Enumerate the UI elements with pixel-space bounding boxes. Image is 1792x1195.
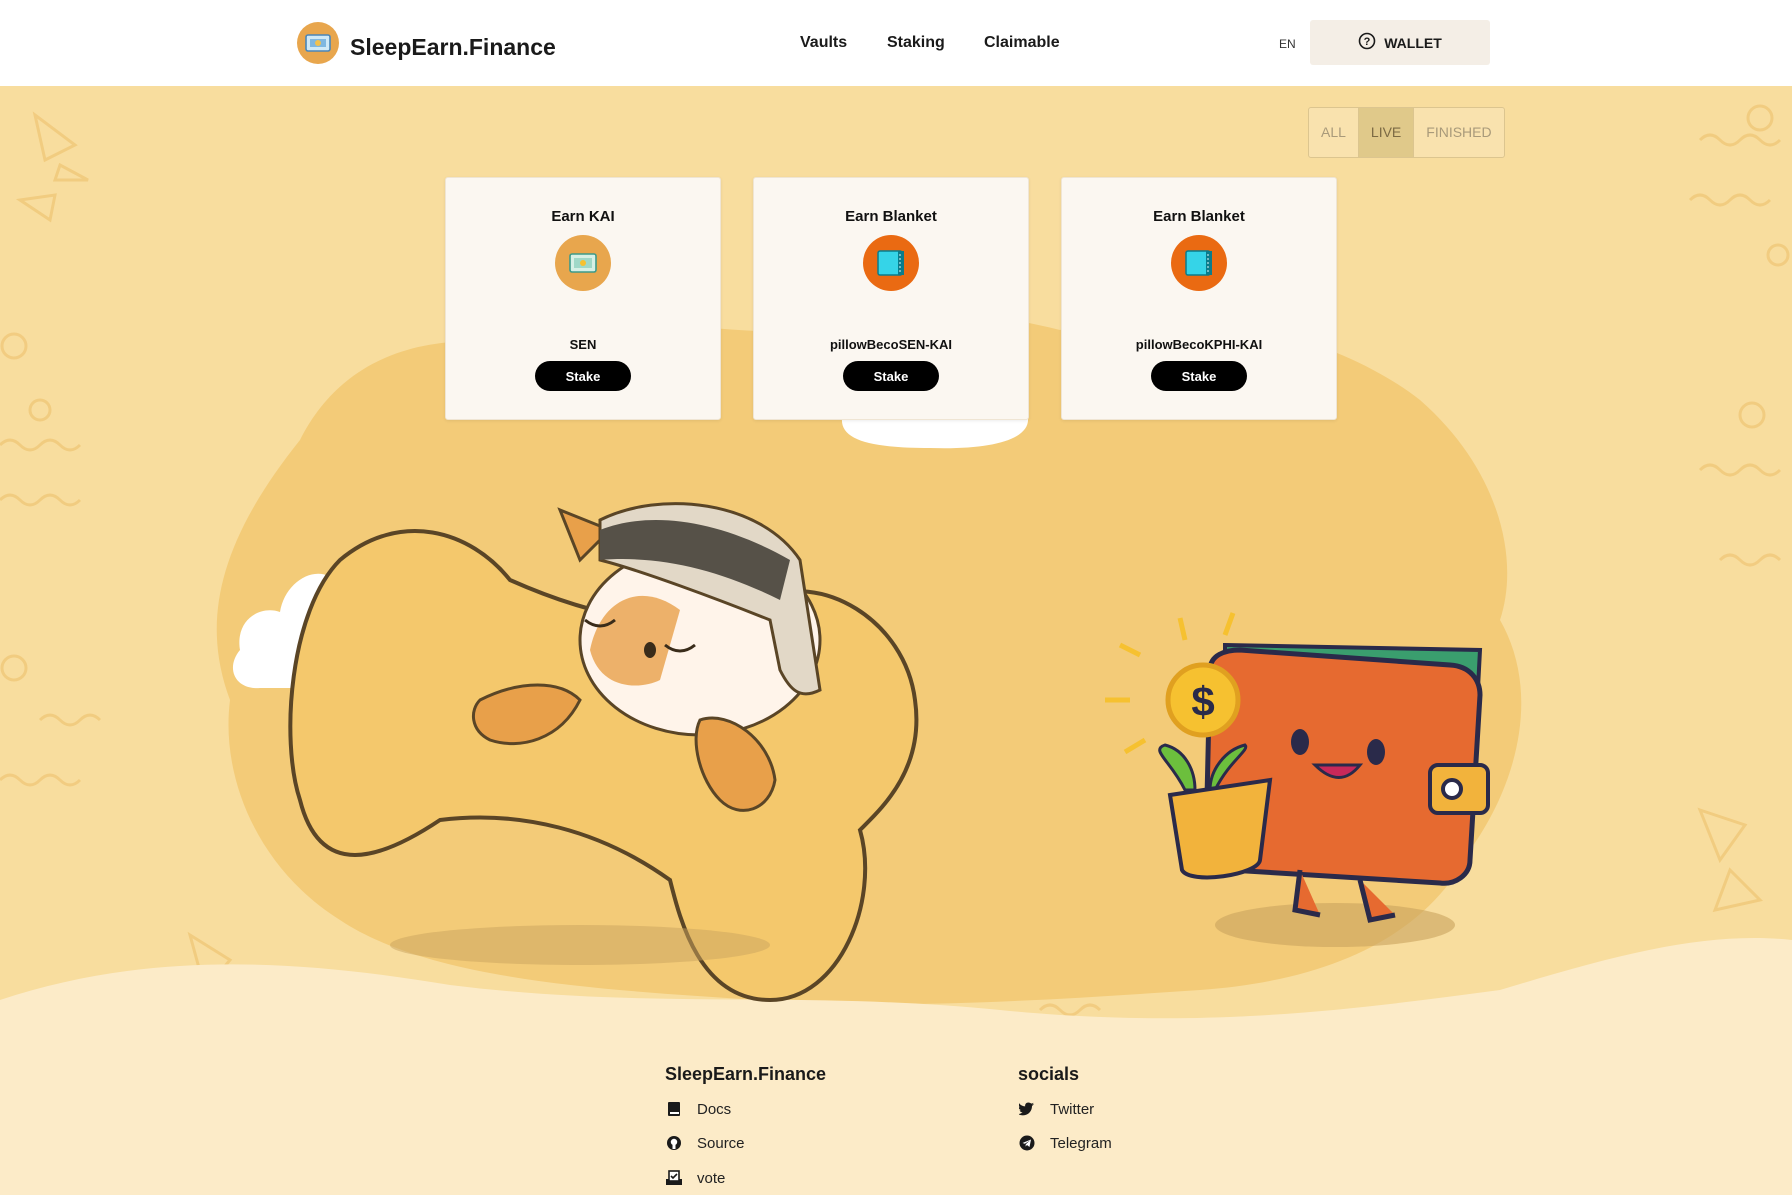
pool-title: Earn Blanket	[1153, 208, 1245, 225]
blanket-token-icon	[1171, 235, 1227, 291]
pool-token: SEN	[569, 337, 597, 352]
ballot-box-icon	[665, 1169, 683, 1187]
sen-token-icon	[555, 235, 611, 291]
pool-title: Earn KAI	[551, 208, 615, 225]
logo-icon[interactable]	[297, 22, 339, 64]
filter-finished[interactable]: FINISHED	[1414, 108, 1503, 157]
stake-button[interactable]: Stake	[843, 361, 939, 391]
footer-link-docs[interactable]: Docs	[665, 1100, 731, 1118]
stake-button[interactable]: Stake	[535, 361, 631, 391]
pool-card: Earn Blanket pillowBecoSEN-KAI Stake	[753, 177, 1029, 420]
svg-text:$: $	[1191, 678, 1214, 725]
stake-button[interactable]: Stake	[1151, 361, 1247, 391]
language-selector[interactable]: EN	[1279, 37, 1296, 51]
footer-link-label: Source	[697, 1134, 745, 1152]
pool-token: pillowBecoSEN-KAI	[829, 337, 953, 352]
filter-all[interactable]: ALL	[1309, 108, 1359, 157]
footer-link-vote[interactable]: vote	[665, 1169, 725, 1187]
brand-name[interactable]: SleepEarn.Finance	[350, 34, 556, 61]
footer-link-source[interactable]: Source	[665, 1134, 745, 1152]
nav-claimable[interactable]: Claimable	[984, 34, 1060, 52]
footer-link-label: vote	[697, 1169, 726, 1187]
footer-link-label: Telegram	[1050, 1134, 1112, 1152]
footer-link-telegram[interactable]: Telegram	[1018, 1134, 1112, 1152]
top-navbar: SleepEarn.Finance Vaults Staking Claimab…	[0, 0, 1792, 86]
pool-card: Earn KAI SEN Stake	[445, 177, 721, 420]
github-icon	[665, 1134, 683, 1152]
wallet-button[interactable]: ? WALLET	[1310, 20, 1490, 65]
pool-filter-toggle: ALL LIVE FINISHED	[1308, 107, 1505, 158]
footer-socials-title: socials	[1018, 1064, 1080, 1084]
nav-vaults[interactable]: Vaults	[800, 34, 847, 52]
telegram-icon	[1018, 1134, 1036, 1152]
pool-token: pillowBecoKPHI-KAI	[1135, 337, 1263, 352]
footer-link-label: Docs	[697, 1100, 732, 1118]
nav-staking[interactable]: Staking	[887, 34, 945, 52]
svg-text:?: ?	[1364, 36, 1371, 48]
help-circle-icon: ?	[1358, 32, 1376, 53]
pool-title: Earn Blanket	[845, 208, 937, 225]
footer-brand: SleepEarn.Finance	[665, 1064, 827, 1084]
footer-link-twitter[interactable]: Twitter	[1018, 1100, 1094, 1118]
filter-live[interactable]: LIVE	[1358, 108, 1415, 157]
footer-link-label: Twitter	[1050, 1100, 1095, 1118]
wallet-label: WALLET	[1384, 34, 1442, 51]
twitter-icon	[1018, 1100, 1036, 1118]
book-icon	[665, 1100, 683, 1118]
pool-card: Earn Blanket pillowBecoKPHI-KAI Stake	[1061, 177, 1337, 420]
blanket-token-icon	[863, 235, 919, 291]
